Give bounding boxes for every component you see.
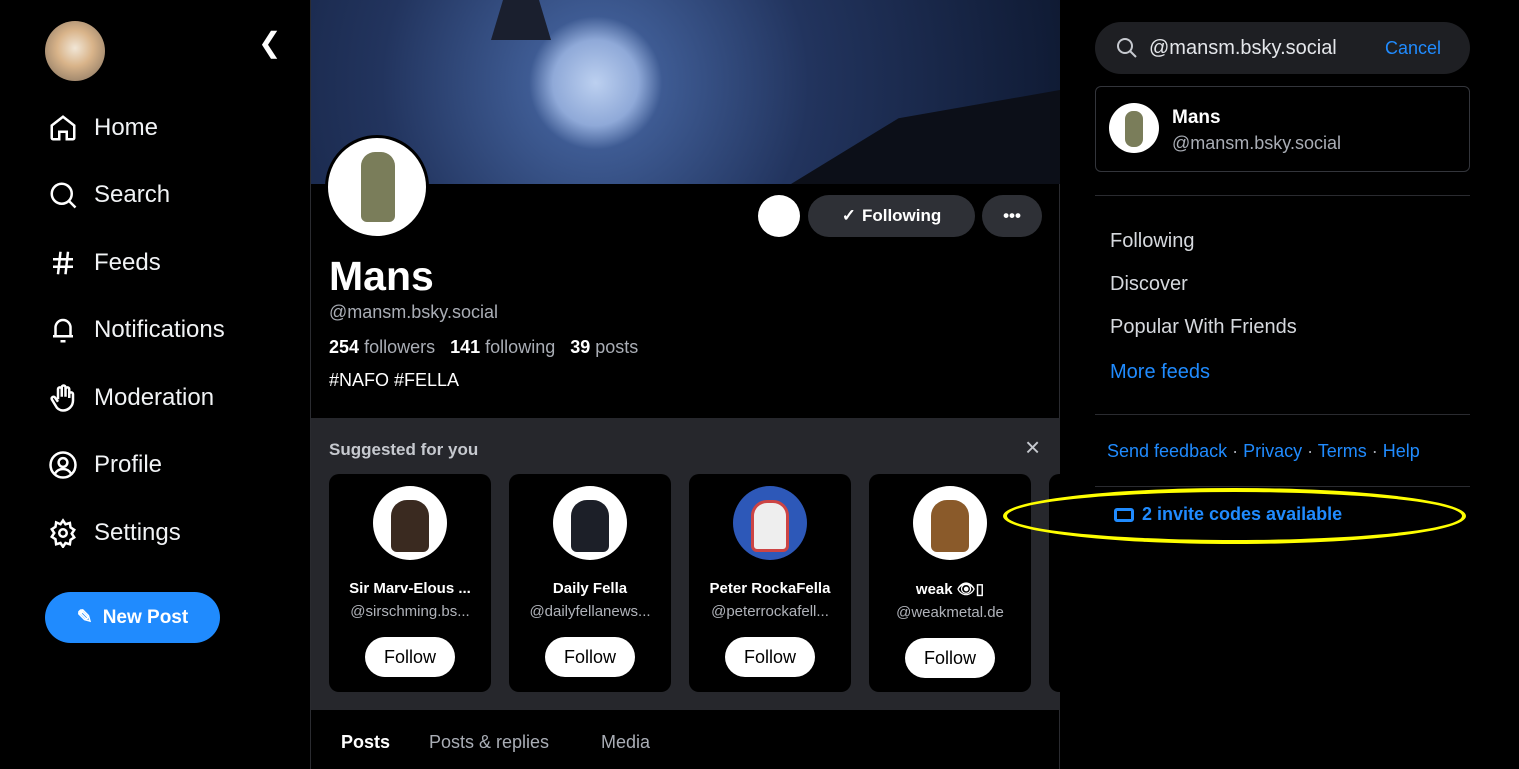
nav-search[interactable]: Search: [48, 180, 170, 210]
suggested-card[interactable]: Daily Fella @dailyfellanews... Follow: [509, 474, 671, 692]
home-icon: [50, 115, 76, 141]
help-link[interactable]: Help: [1383, 441, 1420, 461]
suggested-avatar: [553, 486, 627, 560]
nav-settings[interactable]: Settings: [48, 518, 181, 548]
feed-link-discover[interactable]: Discover: [1110, 273, 1188, 296]
followers-link[interactable]: followers: [364, 337, 435, 357]
nav-label: Profile: [94, 451, 163, 478]
cancel-button[interactable]: Cancel: [1385, 38, 1441, 59]
suggested-avatar: [373, 486, 447, 560]
nav-home[interactable]: Home: [48, 113, 158, 143]
profile-bio: #NAFO #FELLA: [329, 370, 460, 390]
bell-icon: [53, 318, 73, 343]
search-icon: [50, 182, 77, 209]
separator: ·: [1366, 441, 1383, 461]
profile-banner[interactable]: [311, 0, 1060, 184]
compose-icon: ✎: [76, 607, 93, 628]
result-name: Mans: [1172, 107, 1221, 128]
suggested-title: Suggested for you: [329, 440, 479, 459]
nav-moderation[interactable]: Moderation: [48, 383, 214, 413]
suggested-handle: @dailyfellanews...: [529, 603, 651, 620]
profile-column: ✓ Following ••• Mans @mansm.bsky.social 2…: [310, 0, 1060, 769]
following-button[interactable]: ✓ Following: [808, 195, 975, 237]
separator: ·: [1227, 441, 1244, 461]
nav-label: Notifications: [94, 316, 225, 343]
separator: ·: [1302, 441, 1318, 461]
following-count: 141: [450, 337, 481, 357]
highlight-ellipse: [1003, 488, 1466, 544]
nav-label: Home: [94, 114, 159, 141]
suggested-section: Suggested for you × Sir Marv-Elous ... @s…: [311, 418, 1060, 710]
profile-name: Mans: [329, 253, 434, 299]
suggested-name: Peter RockaFella: [709, 580, 831, 597]
nav-label: Settings: [94, 519, 181, 546]
user-circle-icon: [49, 451, 77, 479]
suggested-card[interactable]: weak 👁▯ @weakmetal.de Follow: [869, 474, 1031, 692]
nav-feeds[interactable]: Feeds: [48, 248, 161, 278]
divider: [1095, 195, 1470, 196]
profile-stats: 254 followers 141 following 39 posts: [329, 337, 638, 358]
follow-button[interactable]: Follow: [905, 638, 995, 678]
search-result[interactable]: Mans @mansm.bsky.social: [1095, 86, 1470, 172]
new-post-button[interactable]: ✎ New Post: [45, 592, 220, 643]
hand-icon: [50, 384, 75, 412]
profile-avatar[interactable]: [325, 135, 429, 239]
tab-posts[interactable]: Posts: [341, 732, 390, 753]
close-icon[interactable]: ×: [1025, 432, 1040, 463]
divider: [1095, 486, 1470, 487]
suggested-avatar: [913, 486, 987, 560]
feed-link-popular[interactable]: Popular With Friends: [1110, 316, 1297, 339]
suggested-card[interactable]: Sir Marv-Elous ... @sirschming.bs... Follo…: [329, 474, 491, 692]
avatar-placeholder: [758, 195, 800, 237]
collapse-chevron-icon[interactable]: ❮: [258, 26, 281, 59]
more-feeds-link[interactable]: More feeds: [1110, 361, 1210, 384]
followers-count: 254: [329, 337, 360, 357]
tab-posts-replies[interactable]: Posts & replies: [429, 732, 549, 753]
suggested-name: weak 👁▯: [915, 581, 985, 598]
suggested-name: Daily Fella: [552, 580, 628, 597]
nav-label: Feeds: [94, 249, 161, 276]
search-bar[interactable]: @mansm.bsky.social Cancel: [1095, 22, 1470, 74]
suggested-handle: @peterrockafell...: [711, 603, 829, 620]
follow-button[interactable]: Follow: [365, 637, 455, 677]
suggested-card[interactable]: Peter RockaFella @peterrockafell... Follow: [689, 474, 851, 692]
result-avatar: [1109, 103, 1159, 153]
suggested-handle: @weakmetal.de: [896, 604, 1004, 621]
result-handle: @mansm.bsky.social: [1172, 133, 1341, 153]
terms-link[interactable]: Terms: [1318, 441, 1367, 461]
more-options-button[interactable]: •••: [982, 195, 1042, 237]
nav-notifications[interactable]: Notifications: [48, 315, 225, 345]
profile-handle: @mansm.bsky.social: [329, 302, 498, 322]
privacy-link[interactable]: Privacy: [1243, 441, 1302, 461]
follow-button[interactable]: Follow: [545, 637, 635, 677]
follow-button[interactable]: Follow: [725, 637, 815, 677]
new-post-label: New Post: [102, 606, 189, 628]
feed-link-following[interactable]: Following: [1110, 230, 1194, 253]
gear-icon: [50, 518, 76, 548]
search-icon: [1117, 38, 1137, 58]
nav-label: Moderation: [94, 384, 215, 411]
suggested-handle: @sirschming.bs...: [350, 603, 470, 620]
suggested-avatar: [733, 486, 807, 560]
footer-links: Send feedback · Privacy · Terms · Help: [1107, 441, 1420, 462]
nav-label: Search: [94, 181, 171, 208]
send-feedback-link[interactable]: Send feedback: [1107, 441, 1227, 461]
posts-label: posts: [595, 337, 639, 357]
divider: [1095, 414, 1470, 415]
posts-count: 39: [570, 337, 591, 357]
following-link[interactable]: following: [485, 337, 555, 357]
user-avatar[interactable]: [45, 21, 105, 81]
suggested-name: Sir Marv-Elous ...: [349, 580, 471, 597]
hash-icon: [53, 251, 73, 275]
tab-media[interactable]: Media: [601, 732, 650, 753]
check-icon: ✓: [841, 206, 856, 225]
search-input[interactable]: @mansm.bsky.social: [1149, 37, 1337, 60]
nav-profile[interactable]: Profile: [48, 450, 162, 480]
